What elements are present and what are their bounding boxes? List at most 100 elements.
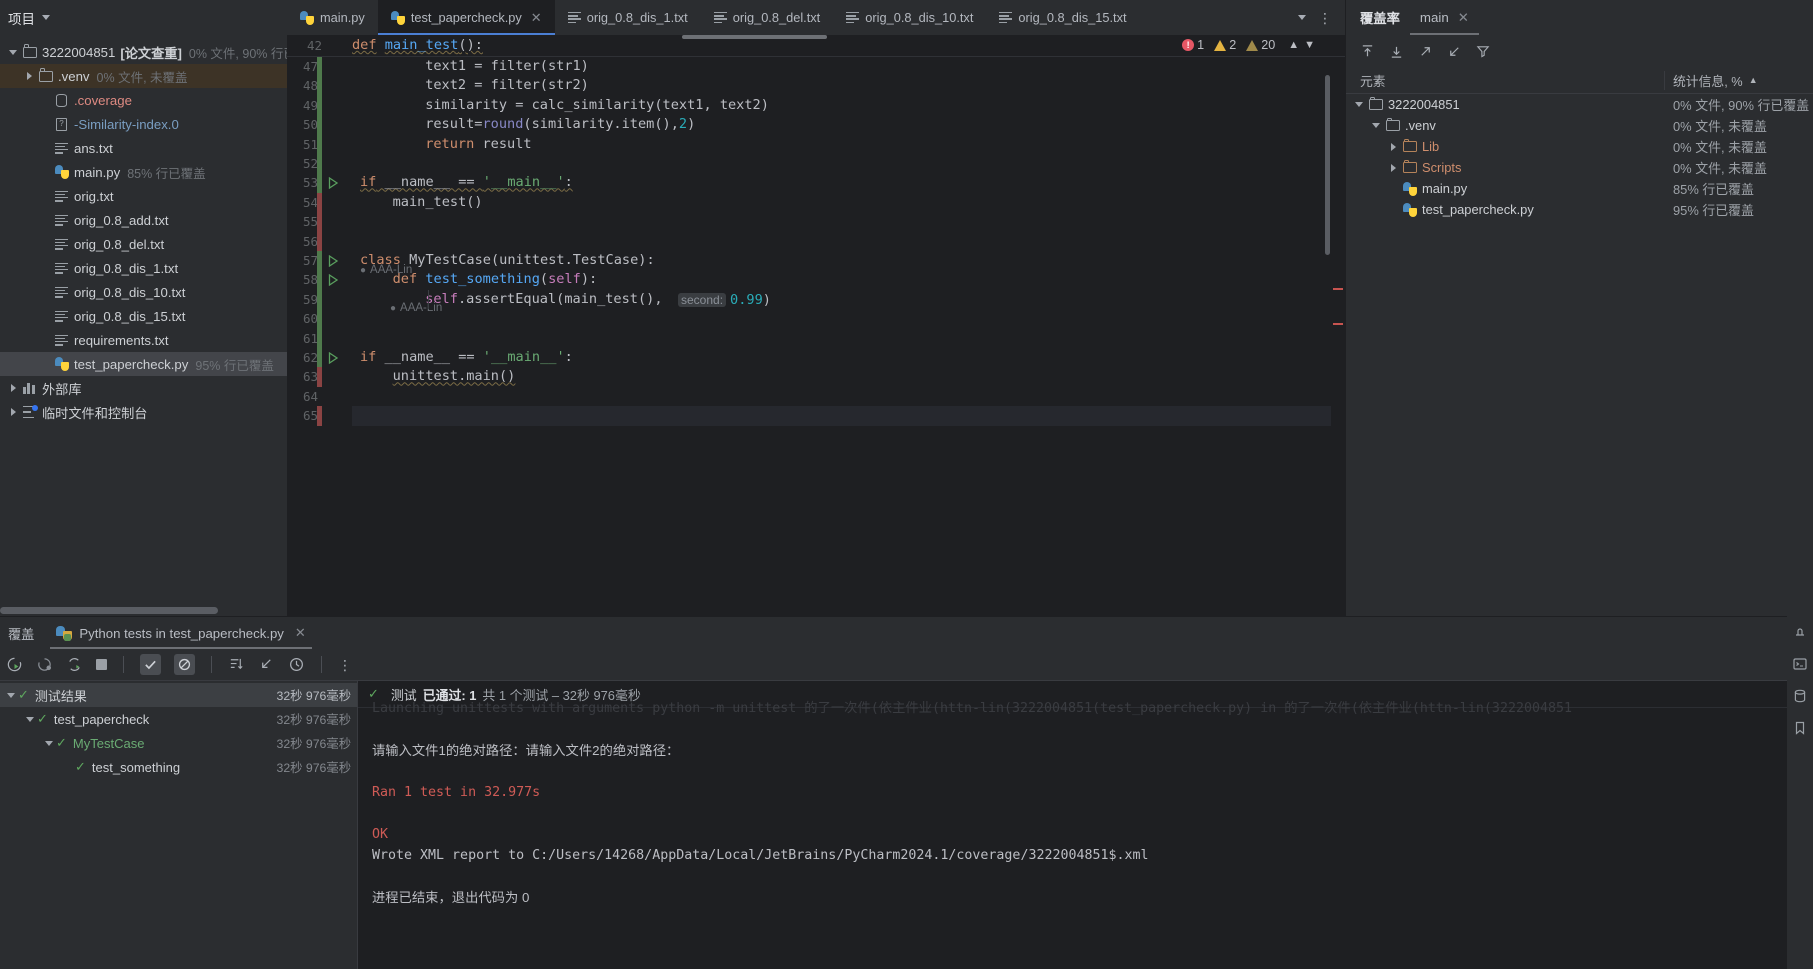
editor-tab[interactable]: orig_0.8_del.txt	[701, 0, 834, 35]
coverage-covered-marker[interactable]	[317, 309, 322, 329]
coverage-covered-marker[interactable]	[317, 289, 322, 310]
more-options-icon[interactable]: ⋮	[338, 658, 353, 672]
code-line[interactable]: text1 = filter(str1)	[425, 57, 589, 76]
editor-tab-bar[interactable]: main.py test_papercheck.py ✕ orig_0.8_dis_1…	[287, 0, 1345, 35]
run-gutter-icon[interactable]	[328, 177, 339, 190]
code-line[interactable]: self.assertEqual(main_test(),	[425, 290, 662, 309]
import-icon[interactable]	[1447, 44, 1462, 59]
sidebar-horizontal-scrollbar[interactable]	[0, 607, 218, 614]
console-output[interactable]: Launching unittests with arguments pytho…	[358, 701, 1813, 908]
code-line[interactable]: def test_something(self):	[393, 270, 598, 289]
close-tab-icon[interactable]: ✕	[531, 10, 542, 26]
project-tree-item[interactable]: orig.txt	[0, 184, 287, 208]
project-tree-item[interactable]: orig_0.8_dis_15.txt	[0, 304, 287, 328]
test-tree-item[interactable]: ✓ MyTestCase 32秒 976毫秒	[0, 731, 357, 755]
sort-ascending-icon[interactable]: ▲	[1749, 75, 1758, 85]
code-line[interactable]: if __name__ == '__main__':	[360, 348, 573, 367]
next-problem-icon[interactable]: ▼	[1304, 39, 1315, 51]
project-file-tree[interactable]: 3222004851 [论文查重] 0% 文件, 90% 行已 .venv 0% 文件,…	[0, 35, 287, 616]
test-console[interactable]: ✓ 测试 已通过: 1 共 1 个测试 – 32秒 976毫秒 Launchin…	[358, 681, 1813, 969]
project-tree-item[interactable]: 临时文件和控制台	[0, 400, 287, 424]
close-tab-icon[interactable]: ✕	[295, 625, 306, 641]
code-line[interactable]: text2 = filter(str2)	[425, 76, 589, 95]
previous-problem-icon[interactable]: ▲	[1288, 39, 1299, 51]
project-tree-item[interactable]: orig_0.8_dis_10.txt	[0, 280, 287, 304]
coverage-uncovered-marker[interactable]	[317, 406, 322, 426]
database-icon[interactable]	[1792, 688, 1808, 704]
bottom-tab-bar[interactable]: 覆盖 Python tests in test_papercheck.py ✕	[0, 617, 1813, 649]
editor-code-content[interactable]: text1 = filter(str1) text2 = filter(str2)…	[352, 35, 1345, 616]
project-tree-item[interactable]: ans.txt	[0, 136, 287, 160]
coverage-table-row[interactable]: Scripts 0% 文件, 未覆盖	[1346, 157, 1813, 178]
expand-arrow-icon[interactable]	[6, 50, 20, 55]
rerun-failed-icon[interactable]	[36, 656, 53, 673]
project-tree-item[interactable]: orig_0.8_dis_1.txt	[0, 256, 287, 280]
sort-alphabetically-icon[interactable]	[228, 656, 245, 673]
code-line[interactable]: if __name__ == '__main__':	[360, 173, 573, 192]
project-tree-item[interactable]: orig_0.8_add.txt	[0, 208, 287, 232]
notifications-icon[interactable]	[1792, 624, 1808, 640]
project-tree-item[interactable]: ? -Similarity-index.0	[0, 112, 287, 136]
stop-icon[interactable]	[96, 659, 107, 670]
coverage-covered-marker[interactable]	[317, 57, 322, 77]
export-icon[interactable]	[1418, 44, 1433, 59]
coverage-covered-marker[interactable]	[317, 134, 322, 154]
editor-horizontal-scrollbar[interactable]	[682, 35, 827, 39]
editor-body[interactable]: 42 def main_test(): 47 48 49 50 51 52 53 54 55 56…	[287, 35, 1345, 616]
coverage-covered-marker[interactable]	[317, 328, 322, 348]
coverage-covered-marker[interactable]	[317, 270, 322, 290]
filter-icon[interactable]	[1476, 44, 1491, 59]
coverage-table-body[interactable]: 3222004851 0% 文件, 90% 行已覆盖 .venv 0% 文件, 未覆盖…	[1346, 94, 1813, 220]
editor-tab[interactable]: orig_0.8_dis_15.txt	[986, 0, 1139, 35]
expand-arrow-icon[interactable]	[4, 693, 18, 698]
editor-tab[interactable]: orig_0.8_dis_1.txt	[555, 0, 701, 35]
editor-tab[interactable]: orig_0.8_dis_10.txt	[833, 0, 986, 35]
expand-arrow-icon[interactable]	[1369, 123, 1383, 128]
collapse-arrow-icon[interactable]	[6, 384, 20, 392]
chevron-down-icon[interactable]	[42, 15, 50, 20]
editor-gutter[interactable]: 47 48 49 50 51 52 53 54 55 56 57 58 59 60 61 62 63 64 65	[287, 35, 352, 616]
error-marker[interactable]	[1333, 323, 1343, 325]
tab-list-chevron-icon[interactable]	[1298, 15, 1306, 20]
coverage-tab[interactable]: 覆盖率	[1360, 0, 1400, 35]
run-gutter-icon[interactable]	[328, 255, 339, 267]
close-tab-icon[interactable]: ✕	[1458, 10, 1469, 26]
editor-tab-actions[interactable]: ⋮	[1285, 0, 1345, 35]
coverage-table-row[interactable]: .venv 0% 文件, 未覆盖	[1346, 115, 1813, 136]
coverage-column-stats[interactable]: 统计信息, % ▲	[1664, 70, 1813, 90]
collapse-tests-icon[interactable]	[258, 656, 275, 673]
coverage-table-row[interactable]: 3222004851 0% 文件, 90% 行已覆盖	[1346, 94, 1813, 115]
editor-tab[interactable]: test_papercheck.py ✕	[377, 0, 555, 35]
bottom-tab[interactable]: Python tests in test_papercheck.py ✕	[50, 617, 312, 649]
coverage-toolbar[interactable]	[1346, 35, 1813, 67]
coverage-covered-marker[interactable]	[317, 76, 322, 96]
coverage-covered-marker[interactable]	[317, 173, 322, 193]
terminal-icon[interactable]	[1792, 656, 1808, 672]
coverage-tab[interactable]: main ✕	[1409, 0, 1479, 35]
coverage-covered-marker[interactable]	[317, 95, 322, 116]
coverage-table-row[interactable]: main.py 85% 行已覆盖	[1346, 178, 1813, 199]
editor-tab[interactable]: main.py	[287, 0, 378, 35]
bottom-tab[interactable]: 覆盖	[8, 617, 34, 649]
collapse-arrow-icon[interactable]	[1386, 143, 1400, 151]
project-tree-item[interactable]: main.py 85% 行已覆盖	[0, 160, 287, 184]
collapse-arrow-icon[interactable]	[22, 72, 36, 80]
coverage-column-element[interactable]: 元素	[1346, 71, 1664, 90]
expand-all-icon[interactable]	[1360, 44, 1375, 59]
collapse-all-icon[interactable]	[1389, 44, 1404, 59]
code-line[interactable]: similarity = calc_similarity(text1, text…	[425, 96, 769, 115]
coverage-tab-bar[interactable]: 覆盖率 main ✕	[1346, 0, 1813, 35]
coverage-covered-marker[interactable]	[317, 154, 322, 174]
test-tree-item[interactable]: ✓ 测试结果 32秒 976毫秒	[0, 683, 357, 707]
code-line[interactable]: return result	[425, 135, 531, 154]
project-tree-item[interactable]: test_papercheck.py 95% 行已覆盖	[0, 352, 287, 376]
warning-count-icon[interactable]: 2	[1214, 38, 1236, 52]
code-line[interactable]: unittest.main()	[393, 367, 516, 386]
project-tree-item[interactable]: orig_0.8_del.txt	[0, 232, 287, 256]
project-tree-item[interactable]: 3222004851 [论文查重] 0% 文件, 90% 行已	[0, 40, 287, 64]
project-panel-header[interactable]: 项目	[0, 0, 287, 35]
coverage-uncovered-marker[interactable]	[317, 212, 322, 232]
project-tree-item[interactable]: .coverage	[0, 88, 287, 112]
expand-arrow-icon[interactable]	[23, 717, 37, 722]
rerun-icon[interactable]	[6, 656, 23, 673]
